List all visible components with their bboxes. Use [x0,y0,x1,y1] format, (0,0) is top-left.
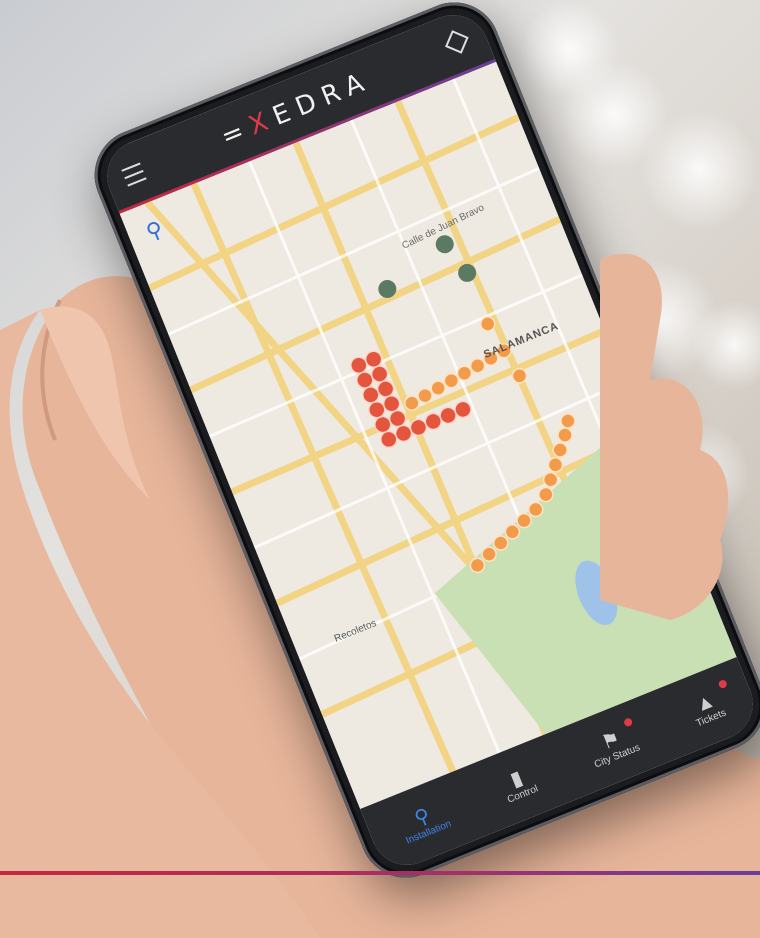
brand-accent-line [0,871,760,875]
bokeh-light [520,0,620,100]
hand-fingers [600,253,729,620]
tab-tickets[interactable]: ▲ Tickets [686,678,729,729]
tab-installation[interactable]: ⚲ Installation [396,798,452,846]
bokeh-light [640,110,760,230]
photo-scene: =XEDRA Calle de Juan Bravo SALAMANCA Rec… [0,0,760,938]
layers-icon[interactable] [445,30,469,54]
hand-thumb [0,306,320,938]
menu-icon[interactable] [121,162,147,187]
tab-city-status[interactable]: ⚑ City Status [584,716,642,770]
notification-badge [622,716,634,728]
tab-control[interactable]: ▮ Control [497,763,540,806]
notification-badge [717,678,729,689]
